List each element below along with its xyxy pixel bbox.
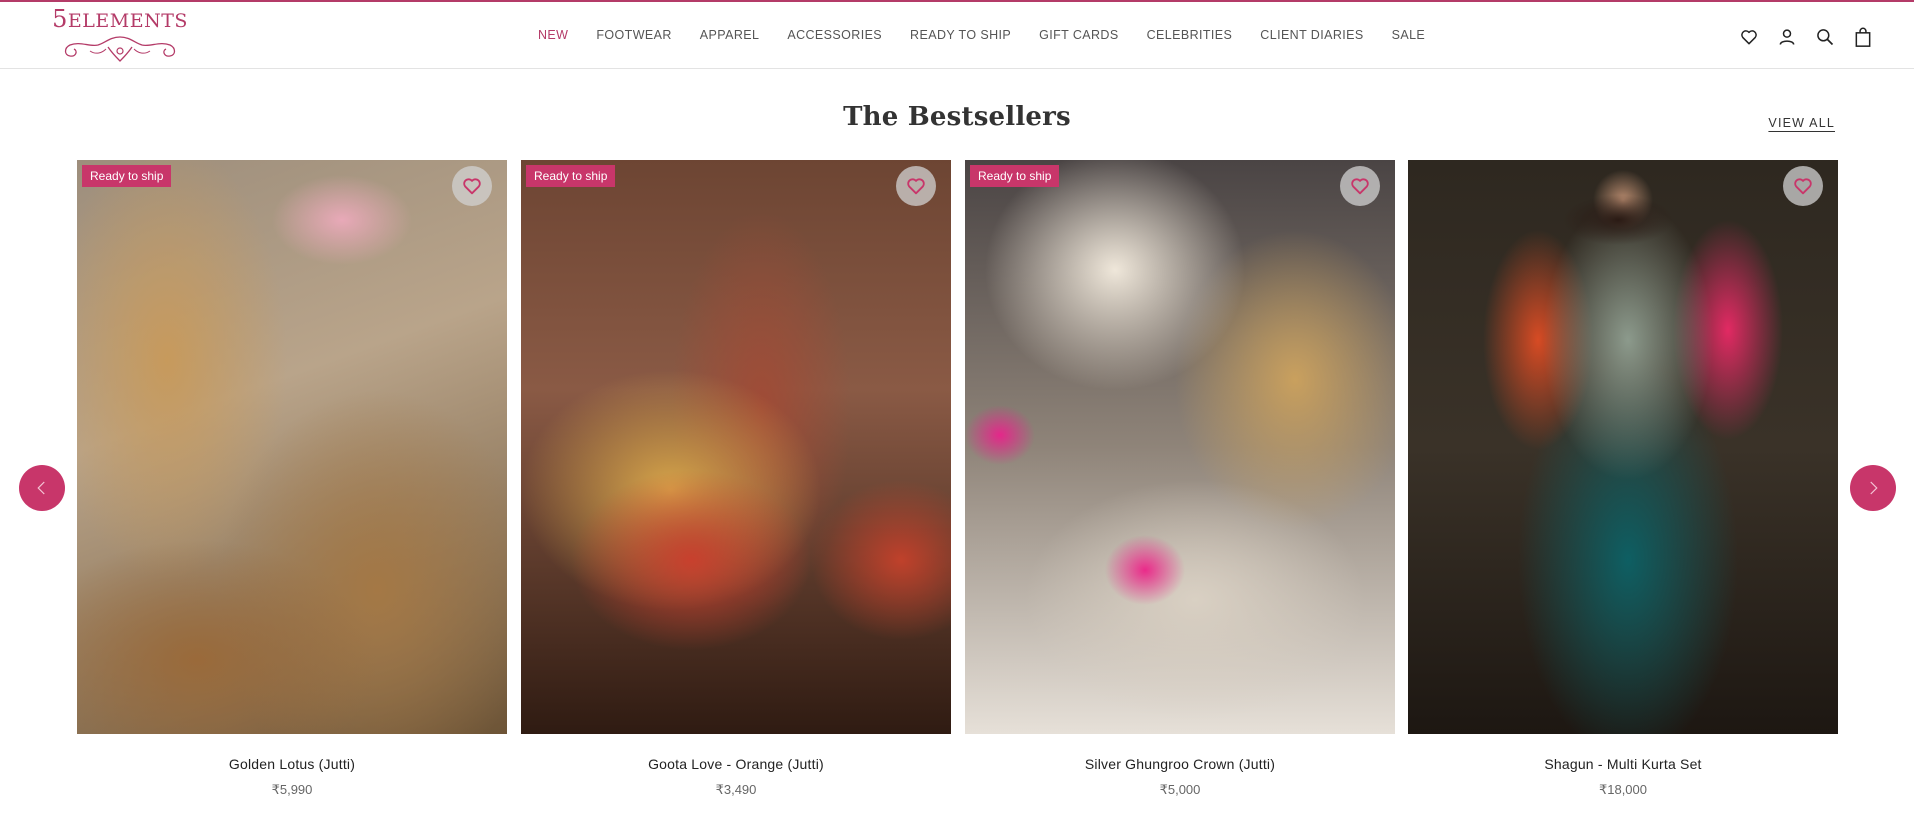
nav-item-footwear[interactable]: FOOTWEAR — [596, 28, 671, 42]
carousel-prev-button[interactable] — [19, 465, 65, 511]
product-image[interactable]: Ready to ship — [77, 160, 507, 734]
product-price: ₹5,990 — [271, 782, 313, 797]
product-name[interactable]: Golden Lotus (Jutti) — [77, 756, 507, 772]
account-user-icon[interactable] — [1776, 26, 1798, 48]
product-image[interactable]: Ready to ship — [965, 160, 1395, 734]
wishlist-heart-icon[interactable] — [1783, 166, 1823, 206]
nav-item-apparel[interactable]: APPAREL — [700, 28, 760, 42]
chevron-right-icon — [1870, 481, 1878, 495]
product-image[interactable]: Ready to ship — [521, 160, 951, 734]
view-all-link[interactable]: VIEW ALL — [1768, 116, 1835, 130]
product-name[interactable]: Shagun - Multi Kurta Set — [1408, 756, 1838, 772]
shopping-bag-icon[interactable] — [1852, 26, 1874, 48]
carousel-next-button[interactable] — [1850, 465, 1896, 511]
wishlist-heart-icon[interactable] — [896, 166, 936, 206]
product-card[interactable]: Ready to ship Goota Love - Orange (Jutti… — [521, 160, 951, 798]
product-price: ₹3,490 — [715, 782, 757, 797]
product-card[interactable]: Ready to ship Golden Lotus (Jutti) ₹5,99… — [77, 160, 507, 798]
ready-to-ship-badge: Ready to ship — [970, 165, 1060, 187]
nav-item-celebrities[interactable]: CELEBRITIES — [1147, 28, 1233, 42]
header-actions — [1738, 26, 1874, 48]
wishlist-heart-icon[interactable] — [452, 166, 492, 206]
ready-to-ship-badge: Ready to ship — [526, 165, 616, 187]
product-image[interactable] — [1408, 160, 1838, 734]
nav-item-accessories[interactable]: ACCESSORIES — [787, 28, 882, 42]
product-price: ₹5,000 — [1159, 782, 1201, 797]
nav-item-sale[interactable]: SALE — [1392, 28, 1426, 42]
product-card[interactable]: Shagun - Multi Kurta Set ₹18,000 — [1408, 160, 1838, 798]
nav-item-ready-to-ship[interactable]: READY TO SHIP — [910, 28, 1011, 42]
nav-item-new[interactable]: NEW — [538, 28, 568, 42]
wishlist-heart-icon[interactable] — [1340, 166, 1380, 206]
brand-logo[interactable]: 5ELEMENTS — [48, 5, 192, 64]
product-price: ₹18,000 — [1598, 782, 1648, 797]
site-header: 5ELEMENTS NEW FOOTWEAR APPAREL ACCESSORI… — [0, 2, 1914, 69]
section-title: The Bestsellers — [843, 102, 1071, 132]
nav-item-gift-cards[interactable]: GIFT CARDS — [1039, 28, 1118, 42]
nav-item-client-diaries[interactable]: CLIENT DIARIES — [1260, 28, 1363, 42]
main-navigation: NEW FOOTWEAR APPAREL ACCESSORIES READY T… — [538, 28, 1453, 42]
product-card[interactable]: Ready to ship Silver Ghungroo Crown (Jut… — [965, 160, 1395, 798]
ready-to-ship-badge: Ready to ship — [82, 165, 172, 187]
product-name[interactable]: Silver Ghungroo Crown (Jutti) — [965, 756, 1395, 772]
logo-wordmark: 5ELEMENTS — [52, 5, 188, 33]
product-name[interactable]: Goota Love - Orange (Jutti) — [521, 756, 951, 772]
wishlist-heart-icon[interactable] — [1738, 26, 1760, 48]
search-icon[interactable] — [1814, 26, 1836, 48]
logo-ornament-icon — [64, 36, 176, 62]
chevron-left-icon — [37, 481, 45, 495]
